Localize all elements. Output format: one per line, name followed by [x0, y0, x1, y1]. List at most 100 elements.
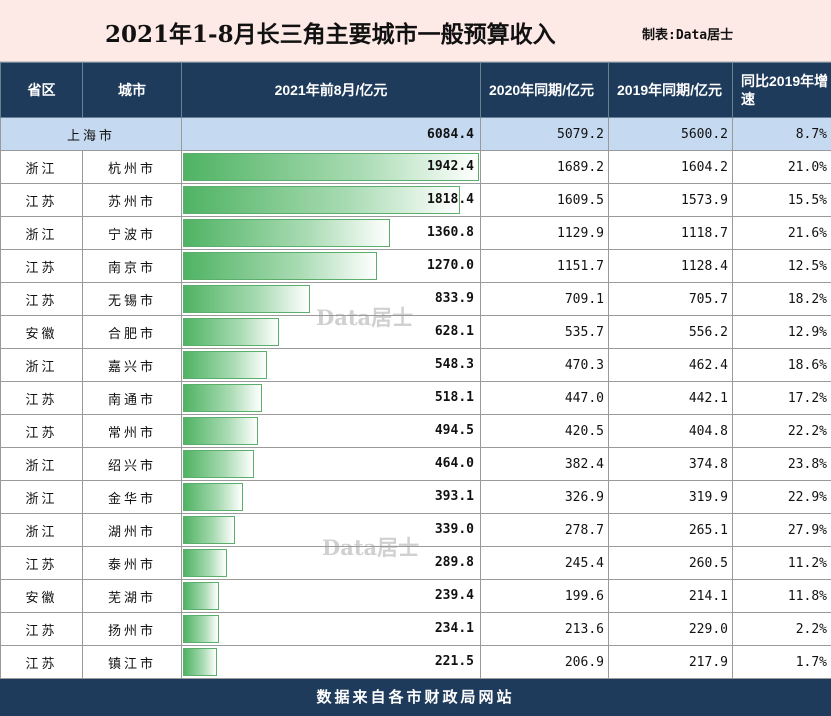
province-cell: 浙江 — [0, 480, 83, 514]
bar — [183, 186, 460, 214]
bar — [183, 648, 217, 676]
bar-cell: 234.1 — [181, 612, 481, 646]
shanghai-growth: 8.7% — [732, 117, 831, 151]
city-cell: 南通市 — [82, 381, 182, 415]
bar-cell: 548.3 — [181, 348, 481, 382]
city-cell: 南京市 — [82, 249, 182, 283]
province-cell: 江苏 — [0, 546, 83, 580]
bar — [183, 516, 235, 544]
city-cell: 常州市 — [82, 414, 182, 448]
value-2020-cell: 470.3 — [480, 348, 609, 382]
bar — [183, 219, 390, 247]
bar — [183, 582, 219, 610]
table-row: 江苏 扬州市 234.1 213.6 229.0 2.2% — [0, 612, 831, 646]
bar-cell: 1818.4 — [181, 183, 481, 217]
bar — [183, 549, 227, 577]
value-2020-cell: 206.9 — [480, 645, 609, 679]
city-cell: 无锡市 — [82, 282, 182, 316]
revenue-table: 省区 城市 2021年前8月/亿元 2020年同期/亿元 2019年同期/亿元 … — [0, 62, 831, 679]
growth-cell: 23.8% — [732, 447, 831, 481]
growth-cell: 18.2% — [732, 282, 831, 316]
value-2019-cell: 214.1 — [608, 579, 733, 613]
shanghai-2020: 5079.2 — [480, 117, 609, 151]
title-bar: 2021年1-8月长三角主要城市一般预算收入 制表:Data居士 — [0, 0, 831, 62]
bar-cell: 833.9 — [181, 282, 481, 316]
growth-cell: 15.5% — [732, 183, 831, 217]
value-2020-cell: 1609.5 — [480, 183, 609, 217]
city-cell: 镇江市 — [82, 645, 182, 679]
city-cell: 湖州市 — [82, 513, 182, 547]
maker-credit: 制表:Data居士 — [642, 28, 734, 43]
growth-cell: 11.8% — [732, 579, 831, 613]
city-cell: 嘉兴市 — [82, 348, 182, 382]
bar-value-label: 393.1 — [434, 489, 474, 504]
growth-cell: 17.2% — [732, 381, 831, 415]
province-cell: 浙江 — [0, 216, 83, 250]
table-row: 浙江 嘉兴市 548.3 470.3 462.4 18.6% — [0, 348, 831, 382]
value-2020-cell: 447.0 — [480, 381, 609, 415]
bar-cell: 1360.8 — [181, 216, 481, 250]
value-2020-cell: 420.5 — [480, 414, 609, 448]
shanghai-name: 上海市 — [0, 117, 182, 151]
bar-value-label: 494.5 — [434, 423, 474, 438]
table-row: 江苏 无锡市 833.9 709.1 705.7 18.2% — [0, 282, 831, 316]
col-header-city: 城市 — [82, 62, 182, 118]
bar-value-label: 289.8 — [434, 555, 474, 570]
col-header-province: 省区 — [0, 62, 83, 118]
bar-value-label: 339.0 — [434, 522, 474, 537]
table-row: 江苏 苏州市 1818.4 1609.5 1573.9 15.5% — [0, 183, 831, 217]
value-2020-cell: 199.6 — [480, 579, 609, 613]
bar — [183, 384, 262, 412]
shanghai-2019: 5600.2 — [608, 117, 733, 151]
province-cell: 江苏 — [0, 183, 83, 217]
table-row: 浙江 金华市 393.1 326.9 319.9 22.9% — [0, 480, 831, 514]
growth-cell: 22.2% — [732, 414, 831, 448]
bar — [183, 285, 310, 313]
value-2020-cell: 709.1 — [480, 282, 609, 316]
value-2019-cell: 404.8 — [608, 414, 733, 448]
shanghai-current: 6084.4 — [181, 117, 481, 151]
growth-cell: 1.7% — [732, 645, 831, 679]
value-2020-cell: 382.4 — [480, 447, 609, 481]
bar — [183, 318, 279, 346]
value-2020-cell: 326.9 — [480, 480, 609, 514]
province-cell: 江苏 — [0, 414, 83, 448]
value-2020-cell: 1151.7 — [480, 249, 609, 283]
value-2019-cell: 1118.7 — [608, 216, 733, 250]
table-row: 浙江 绍兴市 464.0 382.4 374.8 23.8% — [0, 447, 831, 481]
bar-value-label: 221.5 — [434, 654, 474, 669]
table-row: 江苏 南京市 1270.0 1151.7 1128.4 12.5% — [0, 249, 831, 283]
col-header-growth: 同比2019年增速 — [732, 62, 831, 118]
city-cell: 宁波市 — [82, 216, 182, 250]
province-cell: 浙江 — [0, 447, 83, 481]
province-cell: 江苏 — [0, 645, 83, 679]
growth-cell: 12.9% — [732, 315, 831, 349]
city-cell: 金华市 — [82, 480, 182, 514]
value-2019-cell: 260.5 — [608, 546, 733, 580]
bar-value-label: 518.1 — [434, 390, 474, 405]
bar-cell: 628.1 — [181, 315, 481, 349]
bar-cell: 393.1 — [181, 480, 481, 514]
col-header-2020: 2020年同期/亿元 — [480, 62, 609, 118]
bar-value-label: 464.0 — [434, 456, 474, 471]
value-2019-cell: 265.1 — [608, 513, 733, 547]
bar-value-label: 239.4 — [434, 588, 474, 603]
bar-value-label: 1818.4 — [427, 192, 474, 207]
bar — [183, 483, 243, 511]
city-cell: 芜湖市 — [82, 579, 182, 613]
province-cell: 浙江 — [0, 513, 83, 547]
col-header-current: 2021年前8月/亿元 — [181, 62, 481, 118]
footer-source: 数据来自各市财政局网站 — [0, 679, 831, 716]
province-cell: 安徽 — [0, 579, 83, 613]
page-title: 2021年1-8月长三角主要城市一般预算收入 — [105, 21, 556, 48]
growth-cell: 22.9% — [732, 480, 831, 514]
table-row: 江苏 镇江市 221.5 206.9 217.9 1.7% — [0, 645, 831, 679]
value-2020-cell: 213.6 — [480, 612, 609, 646]
value-2020-cell: 278.7 — [480, 513, 609, 547]
value-2019-cell: 462.4 — [608, 348, 733, 382]
province-cell: 江苏 — [0, 282, 83, 316]
table-row: 安徽 合肥市 628.1 535.7 556.2 12.9% — [0, 315, 831, 349]
bar-value-label: 234.1 — [434, 621, 474, 636]
col-header-2019: 2019年同期/亿元 — [608, 62, 733, 118]
table-row: 江苏 南通市 518.1 447.0 442.1 17.2% — [0, 381, 831, 415]
